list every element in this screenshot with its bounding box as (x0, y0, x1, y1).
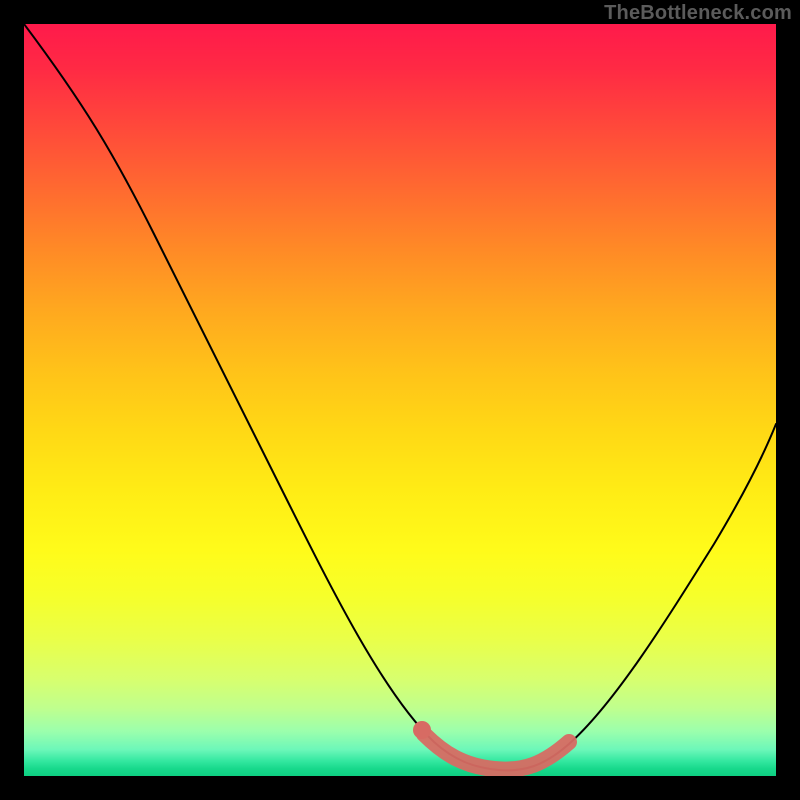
chart-container: TheBottleneck.com (0, 0, 800, 800)
gradient-plot-area (24, 24, 776, 776)
watermark-text: TheBottleneck.com (604, 2, 792, 25)
bottleneck-curve (24, 24, 776, 770)
curve-svg (24, 24, 776, 776)
highlight-dot (413, 721, 431, 739)
highlight-segment (424, 734, 569, 770)
